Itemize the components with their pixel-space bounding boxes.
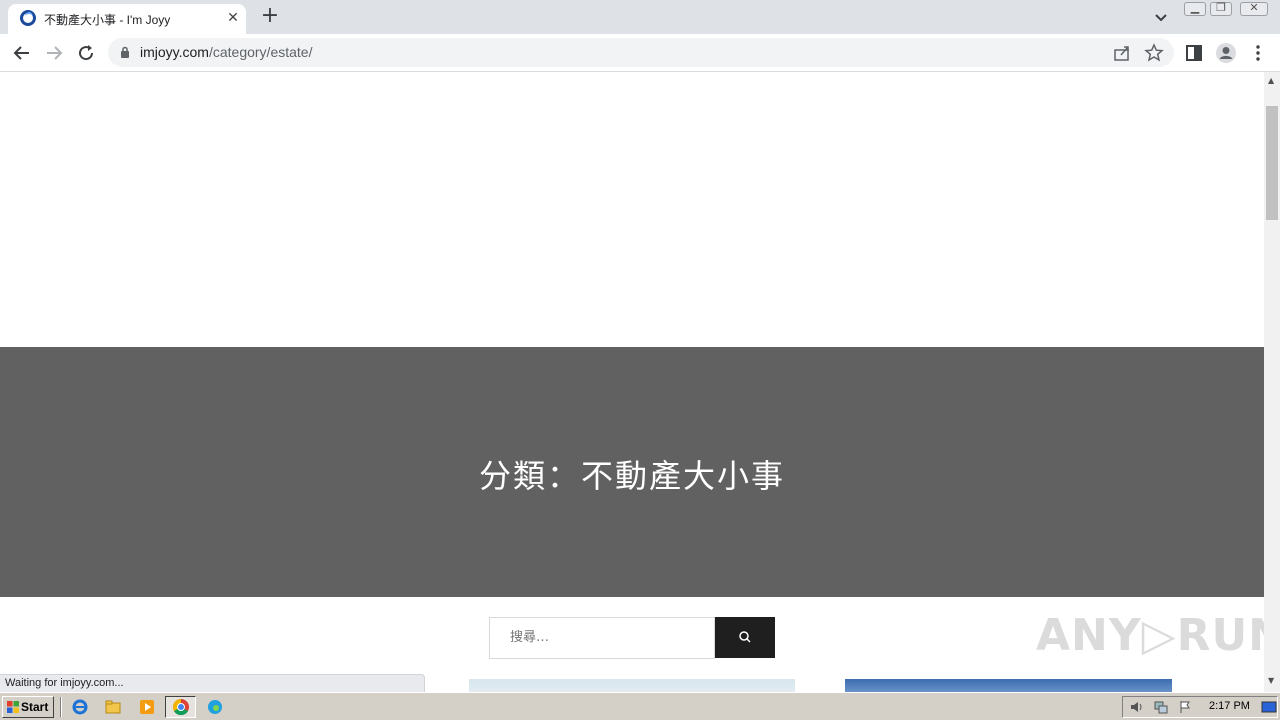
- network-icon[interactable]: [1153, 699, 1169, 715]
- back-arrow-icon[interactable]: [10, 41, 34, 65]
- status-bubble: Waiting for imjoyy.com...: [0, 674, 425, 692]
- anyrun-watermark: ANY▷RUN: [1036, 610, 1264, 661]
- post-card-thumbnail[interactable]: [469, 679, 795, 692]
- category-hero-banner: 分類：不動產大小事: [0, 347, 1264, 597]
- address-bar[interactable]: imjoyy.com/category/estate/: [108, 38, 1174, 67]
- scroll-down-arrow-icon[interactable]: ▼: [1268, 676, 1274, 685]
- edge-icon[interactable]: [206, 698, 224, 716]
- search-field[interactable]: [489, 617, 715, 659]
- lock-icon[interactable]: [120, 46, 130, 58]
- internet-explorer-icon[interactable]: [71, 698, 89, 716]
- category-title: 分類：不動產大小事: [478, 457, 785, 495]
- windows-flag-icon: [7, 701, 19, 713]
- forward-arrow-icon[interactable]: [42, 41, 66, 65]
- tab-close-icon[interactable]: ✕: [224, 9, 242, 27]
- scroll-up-arrow-icon[interactable]: ▲: [1268, 76, 1274, 85]
- search-icon: [739, 631, 751, 643]
- tab-search-chevron-icon[interactable]: [1152, 8, 1170, 26]
- browser-tab[interactable]: 不動產大小事 - I'm Joyy ✕: [8, 4, 246, 34]
- search-button[interactable]: [715, 617, 775, 658]
- window-close-button[interactable]: ✕: [1240, 1, 1268, 16]
- browser-toolbar: imjoyy.com/category/estate/: [0, 34, 1280, 72]
- menu-kebab-icon[interactable]: [1246, 41, 1270, 65]
- taskbar-clock[interactable]: 2:17 PM: [1209, 700, 1250, 712]
- new-tab-button[interactable]: +: [258, 5, 282, 29]
- bookmark-star-icon[interactable]: [1142, 41, 1166, 65]
- status-text: Waiting for imjoyy.com...: [5, 677, 124, 689]
- url-path: /category/estate/: [208, 44, 313, 60]
- search-input[interactable]: [510, 630, 700, 645]
- system-tray: 2:17 PM: [1122, 696, 1278, 718]
- page-viewport: 分類：不動產大小事 ANY▷RUN Waiting for imjoyy.com…: [0, 72, 1264, 692]
- site-favicon-icon: [20, 10, 36, 26]
- media-player-icon[interactable]: [138, 698, 156, 716]
- scrollbar-thumb[interactable]: [1266, 106, 1278, 220]
- window-restore-button[interactable]: ❐: [1210, 1, 1232, 16]
- window-minimize-button[interactable]: ▁: [1184, 1, 1206, 16]
- url-text[interactable]: imjoyy.com/category/estate/: [140, 44, 312, 60]
- show-desktop-icon[interactable]: [1261, 699, 1277, 715]
- taskbar-separator: [60, 697, 62, 717]
- start-label: Start: [21, 700, 49, 714]
- file-explorer-icon[interactable]: [104, 698, 122, 716]
- profile-avatar-icon[interactable]: [1214, 41, 1238, 65]
- page-scrollbar[interactable]: ▲ ▼: [1264, 72, 1280, 692]
- tab-title: 不動產大小事 - I'm Joyy: [44, 13, 171, 27]
- post-card-thumbnail[interactable]: [845, 679, 1172, 692]
- volume-icon[interactable]: [1129, 699, 1145, 715]
- tab-strip: 不動產大小事 - I'm Joyy ✕ + ▁ ❐ ✕: [0, 0, 1280, 34]
- chrome-icon: [172, 698, 189, 716]
- side-panel-icon[interactable]: [1182, 41, 1206, 65]
- reload-icon[interactable]: [74, 41, 98, 65]
- action-center-flag-icon[interactable]: [1177, 699, 1193, 715]
- share-icon[interactable]: [1110, 41, 1134, 65]
- windows-taskbar: Start 2:17 PM: [0, 692, 1280, 720]
- start-button[interactable]: Start: [2, 696, 54, 718]
- taskbar-chrome-button[interactable]: [165, 696, 196, 718]
- url-host: imjoyy.com: [140, 44, 209, 60]
